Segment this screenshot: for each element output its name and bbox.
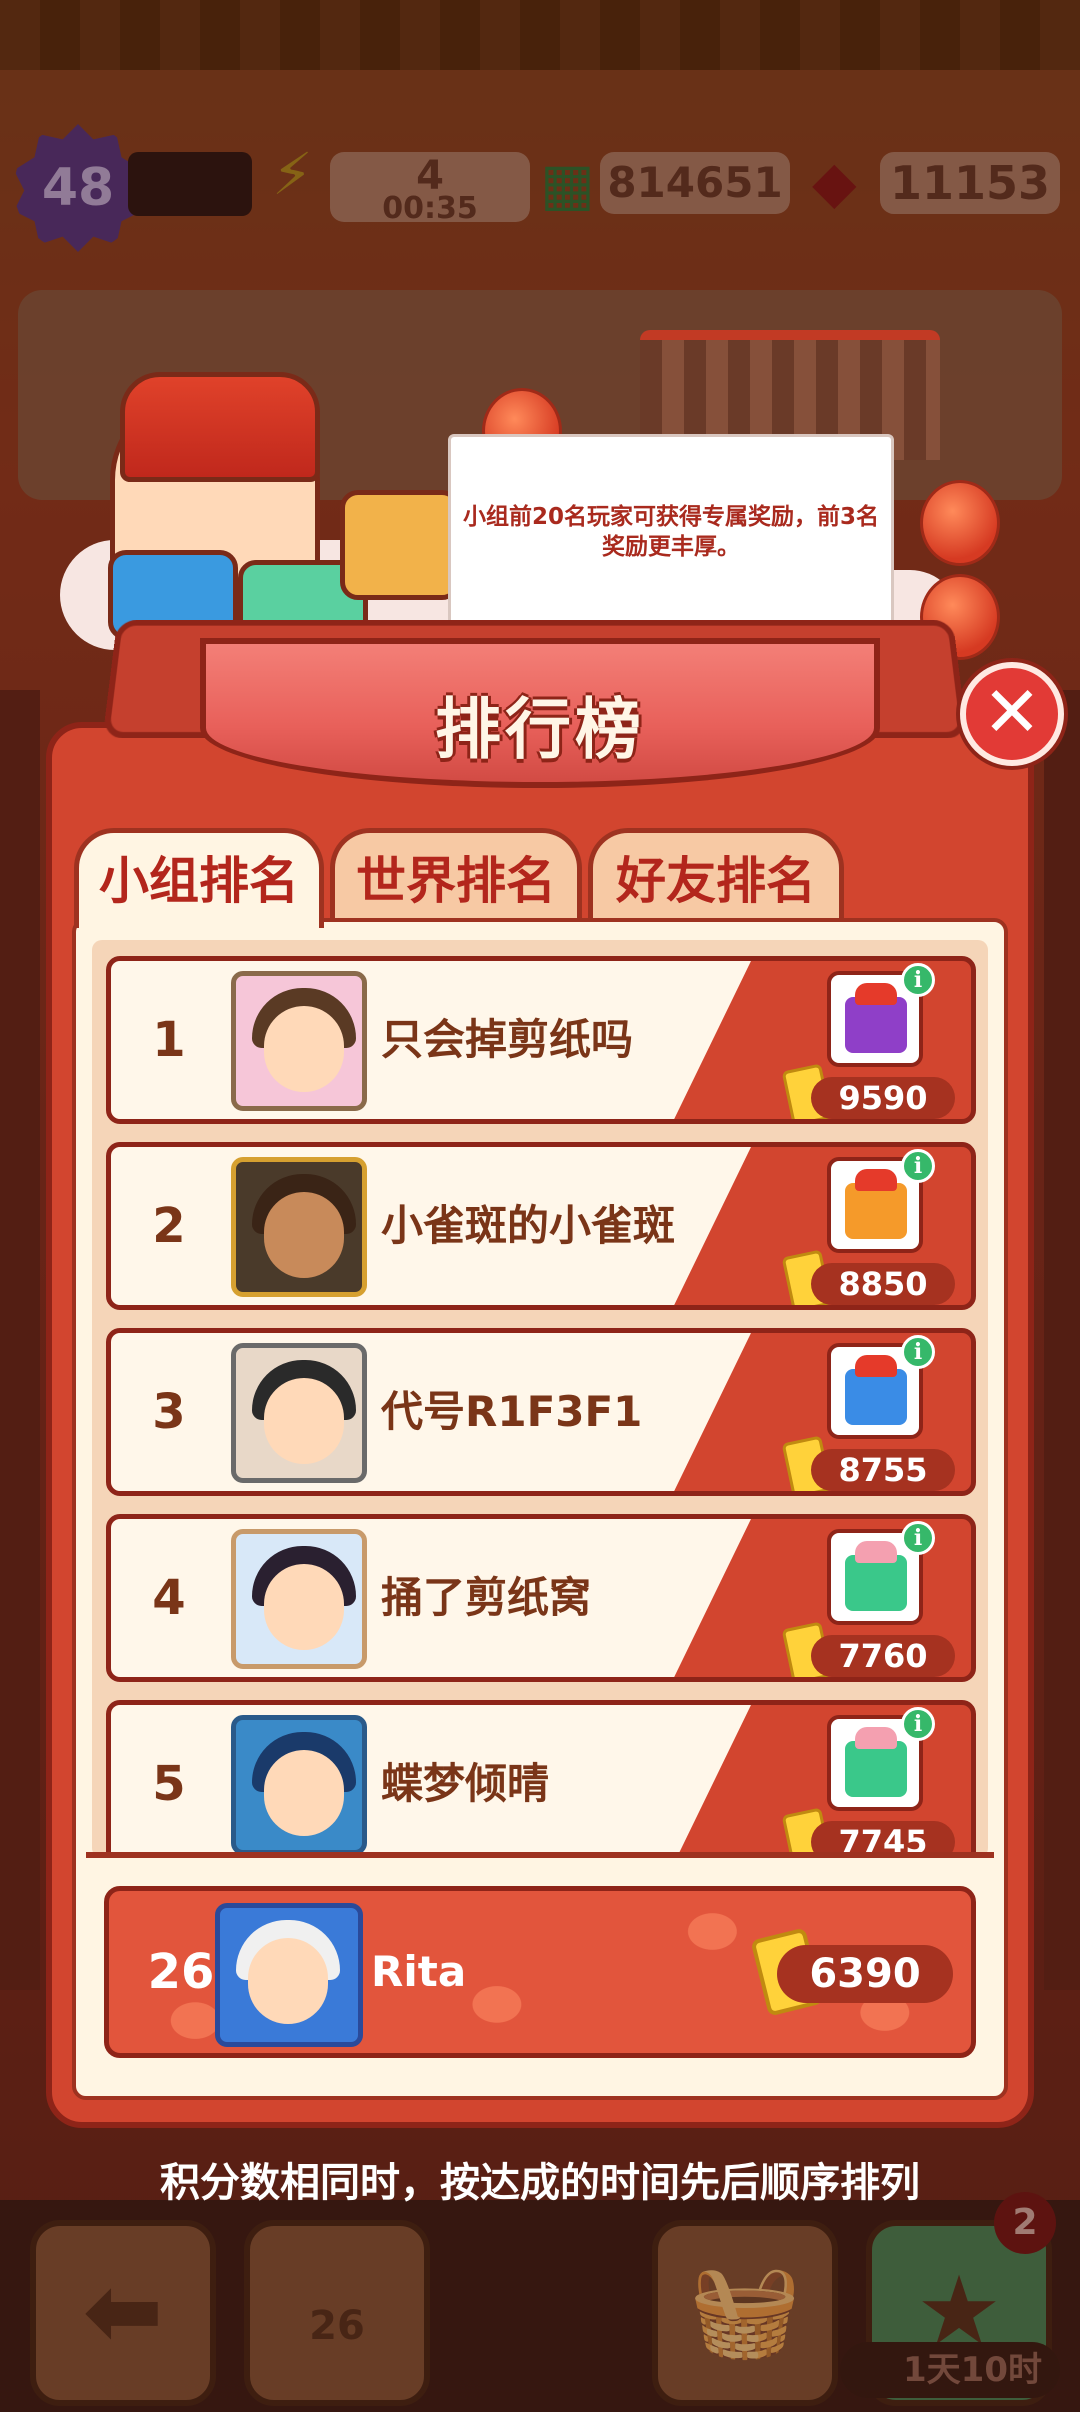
gift-decoration	[340, 490, 460, 600]
character-crown	[120, 372, 320, 482]
player-avatar[interactable]	[231, 1157, 367, 1297]
close-button[interactable]: ✕	[960, 662, 1064, 766]
player-avatar[interactable]	[231, 1529, 367, 1669]
reward-notice-box: 小组前20名玩家可获得专属奖励，前3名奖励更丰厚。	[448, 434, 894, 630]
gift-bow	[855, 1169, 897, 1191]
gift-icon	[845, 1183, 907, 1239]
rank-number: 5	[152, 1756, 186, 1812]
gift-icon	[845, 997, 907, 1053]
avatar-face	[264, 1192, 344, 1278]
info-icon[interactable]: i	[901, 1707, 935, 1741]
tab-world-ranking[interactable]: 世界排名	[330, 828, 582, 924]
rank-number: 3	[152, 1384, 186, 1440]
info-icon[interactable]: i	[901, 963, 935, 997]
avatar-face	[264, 1378, 344, 1464]
player-avatar[interactable]	[231, 971, 367, 1111]
gift-icon	[845, 1555, 907, 1611]
gift-bow	[855, 1727, 897, 1749]
gift-bow	[855, 1355, 897, 1377]
avatar-face	[248, 1938, 328, 2024]
list-divider	[86, 1852, 994, 1858]
my-avatar[interactable]	[215, 1903, 363, 2047]
close-icon: ✕	[982, 671, 1042, 753]
leaderboard-title: 排行榜	[435, 691, 645, 768]
rank-number: 4	[152, 1570, 186, 1626]
my-player-name: Rita	[371, 1947, 467, 1996]
player-name: 捅了剪纸窝	[381, 1573, 592, 1622]
player-name: 代号R1F3F1	[381, 1387, 643, 1436]
gift-bow	[855, 983, 897, 1005]
tab-group-ranking[interactable]: 小组排名	[74, 828, 324, 928]
player-score: 9590	[811, 1077, 955, 1119]
avatar-face	[264, 1006, 344, 1092]
lantern-icon	[920, 480, 1000, 566]
ranking-row: 1 只会掉剪纸吗 i 9590	[106, 956, 976, 1124]
ranking-row: 5 蝶梦倾晴 i 7745	[106, 1700, 976, 1858]
player-name: 只会掉剪纸吗	[381, 1015, 634, 1064]
avatar-face	[264, 1750, 344, 1836]
player-score: 8755	[811, 1449, 955, 1491]
avatar-face	[264, 1564, 344, 1650]
info-icon[interactable]: i	[901, 1335, 935, 1369]
ranking-list[interactable]: 1 只会掉剪纸吗 i 9590 2 小雀斑的小雀斑 i 8850 3 代号R1F…	[92, 940, 988, 1858]
player-avatar[interactable]	[231, 1343, 367, 1483]
player-avatar[interactable]	[231, 1715, 367, 1855]
ranking-row: 3 代号R1F3F1 i 8755	[106, 1328, 976, 1496]
info-icon[interactable]: i	[901, 1149, 935, 1183]
my-ranking-row[interactable]: 26 Rita 6390	[104, 1886, 976, 2058]
reward-notice-text: 小组前20名玩家可获得专属奖励，前3名奖励更丰厚。	[463, 504, 880, 560]
gift-bow	[855, 1541, 897, 1563]
ranking-row: 4 捅了剪纸窝 i 7760	[106, 1514, 976, 1682]
player-name: 小雀斑的小雀斑	[381, 1201, 676, 1250]
rank-number: 1	[152, 1012, 186, 1068]
tie-break-rule-text: 积分数相同时，按达成的时间先后顺序排列	[160, 2160, 920, 2206]
gift-icon	[845, 1369, 907, 1425]
tab-friend-ranking[interactable]: 好友排名	[588, 828, 844, 924]
player-name: 蝶梦倾晴	[381, 1759, 550, 1808]
player-score: 8850	[811, 1263, 955, 1305]
ranking-row: 2 小雀斑的小雀斑 i 8850	[106, 1142, 976, 1310]
rank-number: 2	[152, 1198, 186, 1254]
gift-icon	[845, 1741, 907, 1797]
my-score: 6390	[777, 1945, 953, 2003]
player-score: 7760	[811, 1635, 955, 1677]
info-icon[interactable]: i	[901, 1521, 935, 1555]
